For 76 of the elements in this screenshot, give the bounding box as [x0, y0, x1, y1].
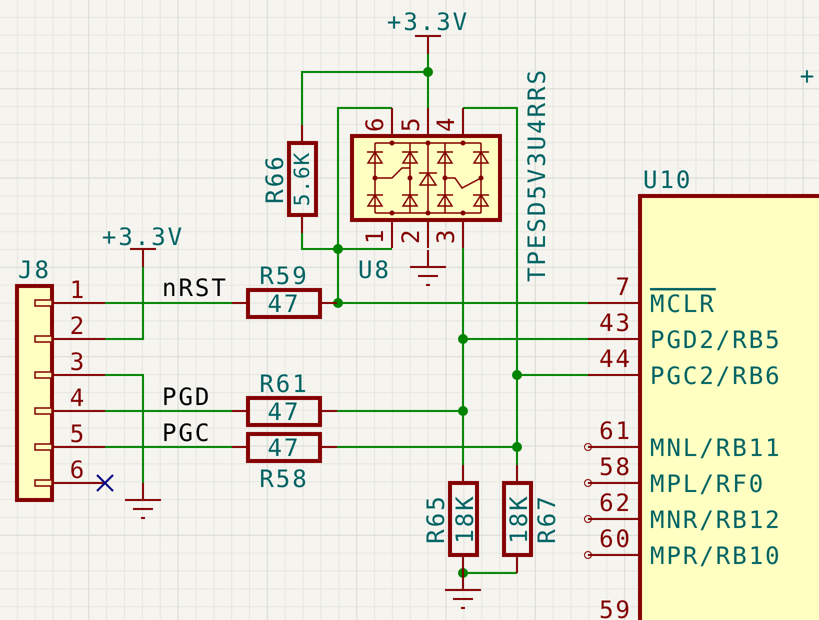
ground-icon	[410, 250, 446, 286]
pin-name: MNR/RB12	[650, 506, 782, 534]
resistor-reference: R59	[259, 262, 309, 290]
pin-number: 59	[599, 596, 632, 620]
component-reference: U10	[643, 166, 692, 194]
junction-dot	[333, 244, 343, 254]
junction-dot	[512, 370, 522, 380]
pin-line	[588, 338, 640, 340]
pin-number: 3	[70, 348, 86, 376]
resistor-value: 47	[268, 398, 300, 426]
resistor-reference: R65	[422, 494, 450, 544]
pin-number: 4	[432, 116, 460, 132]
pin-number: 58	[599, 453, 632, 481]
power-port-icon	[415, 35, 441, 54]
component-reference: U8	[358, 256, 391, 284]
power-label: +3.3V	[102, 223, 184, 251]
pin-name: MPL/RF0	[650, 470, 766, 498]
pin-number: 4	[70, 384, 86, 412]
junction-dot	[333, 298, 343, 308]
power-label: +	[800, 62, 816, 90]
pin-number: 2	[70, 312, 86, 340]
pin-number: 3	[432, 228, 460, 244]
pin-number: 6	[361, 116, 389, 132]
resistor-reference: R66	[261, 154, 289, 204]
power-port-icon	[130, 248, 156, 267]
pin-number: 43	[599, 309, 632, 337]
pin-number: 60	[599, 525, 632, 553]
resistor-value: 18K	[505, 494, 533, 544]
net-label: PGC	[162, 419, 212, 447]
junction-dot	[458, 406, 468, 416]
pin-number: 7	[616, 273, 632, 301]
pin-number: 1	[361, 228, 389, 244]
pin-number: 61	[599, 417, 632, 445]
pin-line	[34, 479, 105, 487]
resistor-reference: R61	[259, 370, 309, 398]
pin-name: MNL/RB11	[650, 434, 782, 462]
resistor-value: 47	[268, 434, 300, 462]
pin-number: 6	[70, 456, 86, 484]
pin-line	[427, 220, 429, 248]
net-label: PGD	[162, 383, 212, 411]
connector-reference: J8	[18, 256, 51, 284]
net-label: nRST	[162, 274, 228, 302]
resistor-value: 18K	[451, 494, 479, 544]
pin-number: 2	[397, 228, 425, 244]
pin-number: 62	[599, 489, 632, 517]
pin-line	[427, 108, 429, 136]
pin-name: PGD2/RB5	[650, 326, 782, 354]
resistor-value: 47	[268, 290, 300, 318]
pin-line	[391, 108, 393, 136]
junction-dot	[512, 442, 522, 452]
pin-name: MCLR	[650, 290, 716, 318]
pin-name: MPR/RB10	[650, 542, 782, 570]
junction-dot	[423, 67, 433, 77]
power-label: +3.3V	[386, 8, 470, 36]
pin-line	[588, 482, 640, 484]
pin-line	[588, 302, 640, 304]
pin-line	[462, 108, 464, 136]
ground-icon	[445, 573, 481, 609]
pin-name: PGC2/RB6	[650, 362, 782, 390]
pin-line	[462, 220, 464, 248]
ground-icon	[125, 483, 161, 519]
pin-line	[588, 518, 640, 520]
pin-line	[588, 446, 640, 448]
resistor-value: 5.6K	[290, 152, 314, 206]
junction-dot	[458, 568, 468, 578]
pin-line	[391, 220, 393, 248]
resistor-reference: R58	[259, 465, 309, 493]
junction-dot	[458, 334, 468, 344]
pin-number: 5	[397, 116, 425, 132]
component-value: TPESD5V3U4RRS	[523, 68, 551, 282]
pin-number: 5	[70, 420, 86, 448]
pin-number: 1	[70, 276, 86, 304]
pin-line	[588, 374, 640, 376]
pin-number: 44	[599, 345, 632, 373]
resistor-reference: R67	[533, 494, 561, 544]
pin-line	[588, 554, 640, 556]
